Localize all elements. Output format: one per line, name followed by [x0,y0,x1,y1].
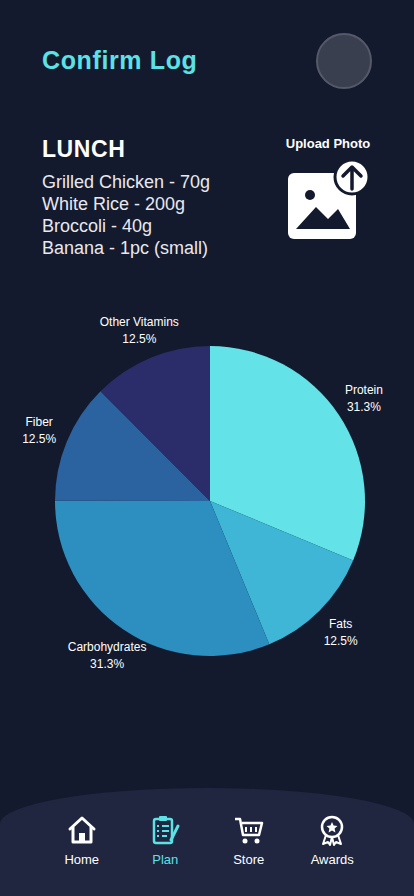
nutrition-chart: Protein 31.3% Fats 12.5% Carbohydrates 31.3% F… [0,289,414,709]
bottom-nav: Home Plan Store Awards [0,788,414,896]
pie-slice[interactable] [100,346,210,501]
nav-label: Store [233,852,264,868]
nav-item[interactable]: Store [217,814,281,868]
nav-item[interactable]: Awards [300,814,364,868]
store-icon [233,814,265,846]
slice-reading: 12.5% [324,634,358,648]
food-item: White Rice - 200g [42,193,210,215]
slice-label: Protein [345,383,383,397]
slice-label: Fiber [26,415,53,429]
upload-photo-button[interactable]: Upload Photo [272,133,384,283]
slice-reading: 31.3% [347,400,381,414]
avatar[interactable] [316,33,372,89]
food-list: Grilled Chicken - 70gWhite Rice - 200gBr… [42,171,210,259]
awards-icon [316,814,348,846]
meal-section: LUNCH Grilled Chicken - 70gWhite Rice - 2… [0,133,414,283]
food-item: Broccoli - 40g [42,215,210,237]
nav-label: Plan [152,852,178,868]
slice-label: Fats [329,617,352,631]
home-icon [66,814,98,846]
page-title: Confirm Log [42,42,197,80]
meal-name: LUNCH [42,133,210,165]
meal-details: LUNCH Grilled Chicken - 70gWhite Rice - 2… [42,133,210,283]
nav-label: Home [64,852,99,868]
food-item: Grilled Chicken - 70g [42,171,210,193]
plan-icon [149,814,181,846]
pie-slice[interactable] [55,501,269,656]
food-item: Banana - 1pc (small) [42,237,210,259]
slice-reading: 12.5% [122,332,156,346]
slice-reading: 31.3% [90,657,124,671]
slice-label: Other Vitamins [100,315,179,329]
upload-image-icon [286,159,370,241]
slice-label: Carbohydrates [68,640,147,654]
slice-reading: 12.5% [22,432,56,446]
nav-item[interactable]: Plan [133,814,197,868]
nav-item[interactable]: Home [50,814,114,868]
pie-chart: Protein 31.3% Fats 12.5% Carbohydrates 31.3% F… [0,289,414,709]
upload-label: Upload Photo [286,135,371,153]
header: Confirm Log [0,0,414,89]
nav-label: Awards [311,852,354,868]
